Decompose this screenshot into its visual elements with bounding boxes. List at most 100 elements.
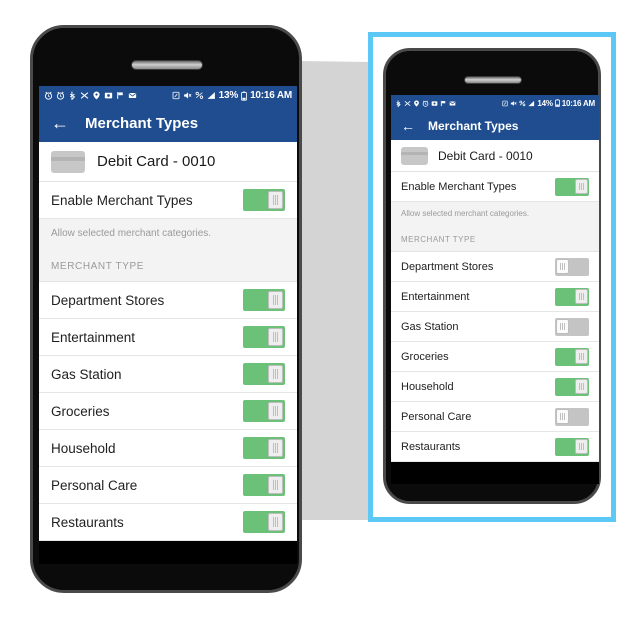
merchant-type-toggle[interactable] <box>243 437 285 459</box>
merchant-type-label: Household <box>51 440 116 456</box>
merchant-type-row[interactable]: Restaurants <box>39 504 297 541</box>
merchant-type-toggle[interactable] <box>555 437 589 456</box>
merchant-type-toggle[interactable] <box>243 363 285 385</box>
merchant-type-toggle[interactable] <box>555 347 589 366</box>
nfc-icon <box>172 91 180 100</box>
status-bar-left-icons <box>44 91 137 100</box>
nfc-icon <box>502 100 508 106</box>
merchant-type-toggle[interactable] <box>555 407 589 426</box>
merchant-type-toggle[interactable] <box>555 287 589 306</box>
merchant-type-label: Household <box>401 380 454 393</box>
credit-card-icon <box>401 146 428 165</box>
page-title: Merchant Types <box>428 118 519 133</box>
card-summary-row[interactable]: Debit Card - 0010 <box>391 140 599 172</box>
toggle-enable-merchant-types[interactable] <box>555 177 589 196</box>
card-summary-row[interactable]: Debit Card - 0010 <box>39 142 297 182</box>
battery-icon <box>554 99 560 107</box>
merchant-type-row[interactable]: Personal Care <box>39 467 297 504</box>
merchant-type-row[interactable]: Restaurants <box>391 432 599 462</box>
toggle-knob <box>268 401 284 421</box>
earpiece-speaker-icon <box>464 76 522 84</box>
toggle-knob <box>268 190 284 210</box>
merchant-type-label: Personal Care <box>401 410 472 423</box>
merchant-type-toggle[interactable] <box>243 474 285 496</box>
merchant-type-label: Restaurants <box>401 440 461 453</box>
toggle-knob <box>268 512 284 532</box>
merchant-type-label: Entertainment <box>51 329 136 345</box>
row-enable-merchant-types[interactable]: Enable Merchant Types <box>391 172 599 202</box>
status-bar: 14% 10:16 AM <box>391 95 599 111</box>
signal-icon <box>528 100 535 106</box>
toggle-knob <box>268 438 284 458</box>
merchant-type-row[interactable]: Department Stores <box>391 252 599 282</box>
merchant-type-toggle[interactable] <box>243 400 285 422</box>
sync-icon <box>80 92 89 99</box>
toggle-knob <box>575 178 588 195</box>
phone-screen-small: 14% 10:16 AM ← Merchant Types Debit Card… <box>391 95 599 484</box>
merchant-type-row[interactable]: Household <box>391 372 599 402</box>
merchant-type-toggle[interactable] <box>243 289 285 311</box>
battery-icon <box>241 91 247 101</box>
merchant-type-row[interactable]: Personal Care <box>391 402 599 432</box>
merchant-type-toggle[interactable] <box>555 317 589 336</box>
battery-percent-label: 14% <box>537 98 553 108</box>
merchant-type-toggle[interactable] <box>555 257 589 276</box>
toggle-knob <box>575 378 588 395</box>
merchant-type-row[interactable]: Groceries <box>39 393 297 430</box>
data-saver-icon <box>195 91 203 99</box>
helper-text: Allow selected merchant categories. <box>391 202 599 227</box>
row-label: Enable Merchant Types <box>51 192 193 208</box>
merchant-type-row[interactable]: Gas Station <box>39 356 297 393</box>
phone-device-large: 13% 10:16 AM ← Merchant Types Debit Card… <box>30 25 302 593</box>
signal-icon <box>207 92 215 99</box>
clock-label: 10:16 AM <box>250 90 292 101</box>
back-arrow-icon[interactable]: ← <box>51 113 69 134</box>
toggle-knob <box>268 475 284 495</box>
status-bar-right-icons: 13% 10:16 AM <box>172 90 292 101</box>
row-enable-merchant-types[interactable]: Enable Merchant Types <box>39 182 297 219</box>
earpiece-speaker-icon <box>131 60 203 70</box>
flag-icon <box>117 92 123 99</box>
toggle-knob <box>556 408 569 425</box>
bluetooth-share-icon <box>396 99 401 107</box>
section-header: MERCHANT TYPE <box>391 227 599 252</box>
helper-text: Allow selected merchant categories. <box>39 219 297 250</box>
merchant-type-toggle[interactable] <box>243 326 285 348</box>
screenshot-icon <box>431 100 438 106</box>
merchant-type-row[interactable]: Department Stores <box>39 282 297 319</box>
alarm-icon <box>56 91 65 100</box>
merchant-type-label: Restaurants <box>51 514 124 530</box>
back-arrow-icon[interactable]: ← <box>401 118 415 134</box>
merchant-type-list: Department Stores Entertainment Gas Statio… <box>391 252 599 462</box>
page-title: Merchant Types <box>85 115 199 132</box>
merchant-type-row[interactable]: Groceries <box>391 342 599 372</box>
merchant-type-label: Groceries <box>51 403 110 419</box>
clock-label: 10:16 AM <box>561 98 595 108</box>
screen-bottom-filler <box>39 541 297 564</box>
phone-device-small: 14% 10:16 AM ← Merchant Types Debit Card… <box>383 48 601 504</box>
merchant-type-label: Entertainment <box>401 290 470 303</box>
merchant-type-row[interactable]: Household <box>39 430 297 467</box>
merchant-type-toggle[interactable] <box>555 377 589 396</box>
credit-card-icon <box>51 150 85 173</box>
toggle-knob <box>268 364 284 384</box>
merchant-type-label: Gas Station <box>51 366 122 382</box>
merchant-type-toggle[interactable] <box>243 511 285 533</box>
phone-screen-large: 13% 10:16 AM ← Merchant Types Debit Card… <box>39 86 297 564</box>
toggle-enable-merchant-types[interactable] <box>243 189 285 211</box>
location-icon <box>414 99 419 107</box>
screen-bottom-filler <box>391 462 599 484</box>
mute-icon <box>511 100 517 106</box>
merchant-type-label: Department Stores <box>401 260 494 273</box>
merchant-type-row[interactable]: Gas Station <box>391 312 599 342</box>
merchant-type-row[interactable]: Entertainment <box>39 319 297 356</box>
toggle-knob <box>556 258 569 275</box>
screenshot-icon <box>104 92 113 99</box>
status-bar-left-icons <box>395 99 456 107</box>
alarm-icon <box>44 91 53 100</box>
merchant-type-row[interactable]: Entertainment <box>391 282 599 312</box>
merchant-type-label: Department Stores <box>51 292 165 308</box>
alarm-icon <box>422 100 429 107</box>
bluetooth-share-icon <box>69 91 76 100</box>
toggle-knob <box>575 348 588 365</box>
